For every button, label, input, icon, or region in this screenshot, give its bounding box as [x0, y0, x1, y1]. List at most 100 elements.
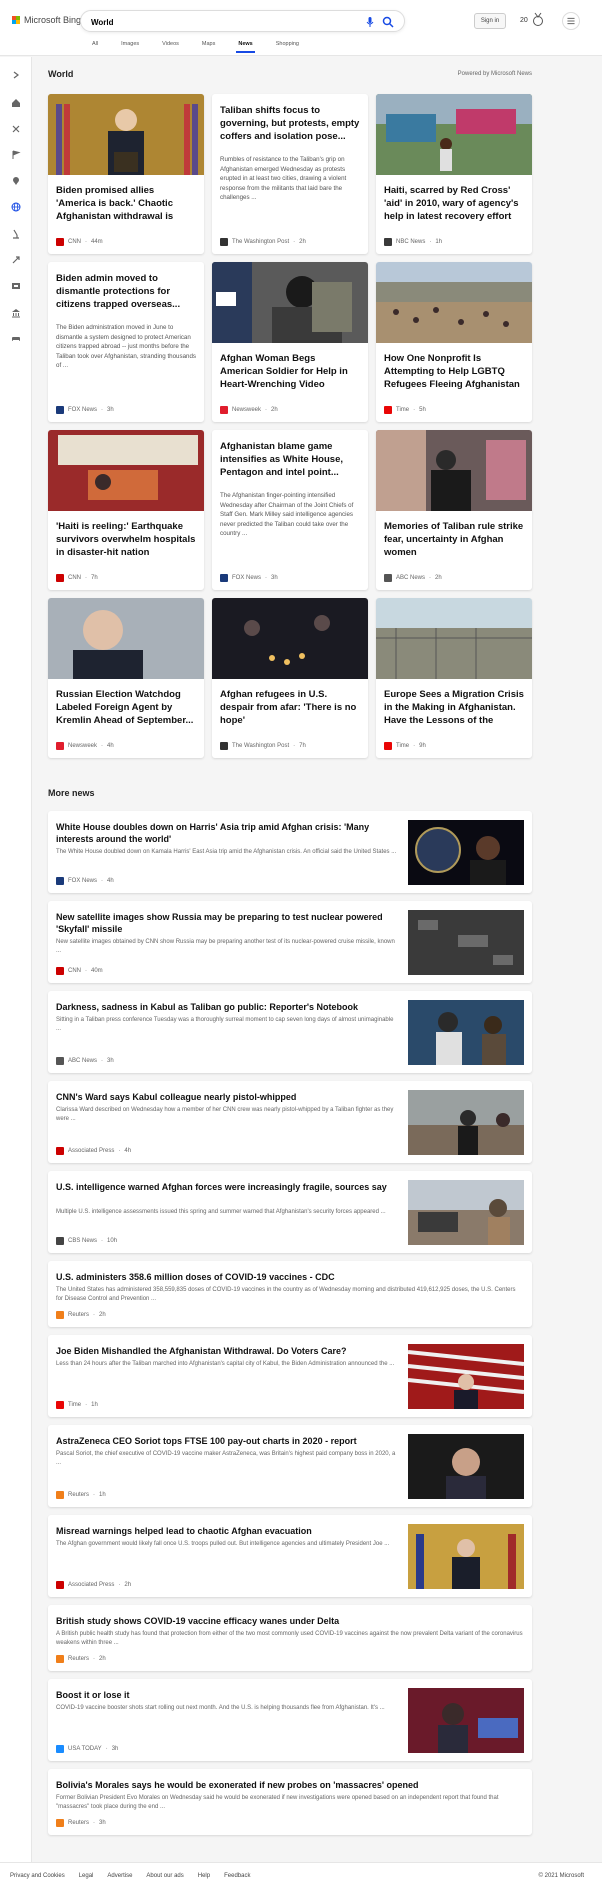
rewards-medal-icon[interactable]: [531, 12, 545, 28]
more-news-item[interactable]: Darkness, sadness in Kabul as Taliban go…: [48, 991, 532, 1073]
news-card-image[interactable]: [48, 94, 204, 175]
footer-link-privacy[interactable]: Privacy and Cookies: [10, 1873, 65, 1879]
sign-in-button[interactable]: Sign in: [474, 13, 506, 29]
news-card-image[interactable]: [48, 430, 204, 511]
more-news-title[interactable]: Joe Biden Mishandled the Afghanistan Wit…: [56, 1345, 400, 1357]
source-name[interactable]: Time: [396, 743, 409, 749]
more-news-title[interactable]: British study shows COVID-19 vaccine eff…: [56, 1615, 524, 1627]
news-card[interactable]: Russian Election Watchdog Labeled Foreig…: [48, 598, 204, 758]
tab-shopping[interactable]: Shopping: [276, 41, 299, 53]
more-news-image[interactable]: [408, 1180, 524, 1245]
news-card-image[interactable]: [212, 598, 368, 679]
more-news-item[interactable]: Bolivia's Morales says he would be exone…: [48, 1769, 532, 1835]
footer-link-legal[interactable]: Legal: [79, 1873, 94, 1879]
news-card[interactable]: Memories of Taliban rule strike fear, un…: [376, 430, 532, 590]
source-name[interactable]: CNN: [68, 968, 81, 974]
source-name[interactable]: Time: [68, 1402, 81, 1408]
source-name[interactable]: Time: [396, 407, 409, 413]
source-name[interactable]: Newsweek: [232, 407, 261, 413]
more-news-image[interactable]: [408, 1524, 524, 1589]
news-card[interactable]: Afghan Woman Begs American Soldier for H…: [212, 262, 368, 422]
more-news-title[interactable]: New satellite images show Russia may be …: [56, 911, 400, 935]
more-news-title[interactable]: Bolivia's Morales says he would be exone…: [56, 1779, 524, 1791]
news-card-title[interactable]: Afghan refugees in U.S. despair from afa…: [220, 688, 360, 728]
more-news-image[interactable]: [408, 1688, 524, 1753]
news-card[interactable]: Afghanistan blame game intensifies as Wh…: [212, 430, 368, 590]
more-news-image[interactable]: [408, 1434, 524, 1499]
news-card[interactable]: Biden admin moved to dismantle protectio…: [48, 262, 204, 422]
news-card-image[interactable]: [212, 262, 368, 343]
source-name[interactable]: ABC News: [396, 575, 425, 581]
search-input[interactable]: [91, 15, 331, 29]
footer-link-about-ads[interactable]: About our ads: [146, 1873, 183, 1879]
news-card-image[interactable]: [48, 598, 204, 679]
microphone-icon[interactable]: [364, 16, 376, 28]
source-name[interactable]: Reuters: [68, 1820, 89, 1826]
footer-link-help[interactable]: Help: [198, 1873, 210, 1879]
more-news-item[interactable]: Joe Biden Mishandled the Afghanistan Wit…: [48, 1335, 532, 1417]
news-card-title[interactable]: Afghanistan blame game intensifies as Wh…: [220, 440, 360, 480]
news-card-title[interactable]: Biden promised allies 'America is back.'…: [56, 184, 196, 224]
more-news-title[interactable]: Misread warnings helped lead to chaotic …: [56, 1525, 400, 1537]
news-card-image[interactable]: [376, 94, 532, 175]
source-name[interactable]: Newsweek: [68, 743, 97, 749]
more-news-image[interactable]: [408, 1344, 524, 1409]
source-name[interactable]: FOX News: [68, 878, 97, 884]
home-icon[interactable]: [11, 98, 21, 108]
globe-icon[interactable]: [11, 202, 21, 212]
news-card-title[interactable]: How One Nonprofit Is Attempting to Help …: [384, 352, 524, 392]
source-name[interactable]: CBS News: [68, 1238, 97, 1244]
film-icon[interactable]: [11, 281, 21, 291]
news-card[interactable]: Haiti, scarred by Red Cross' 'aid' in 20…: [376, 94, 532, 254]
source-name[interactable]: ABC News: [68, 1058, 97, 1064]
tab-news[interactable]: News: [236, 41, 256, 53]
more-news-title[interactable]: AstraZeneca CEO Soriot tops FTSE 100 pay…: [56, 1435, 400, 1447]
source-name[interactable]: FOX News: [232, 575, 261, 581]
footer-link-feedback[interactable]: Feedback: [224, 1873, 250, 1879]
news-card-image[interactable]: [376, 430, 532, 511]
news-card[interactable]: How One Nonprofit Is Attempting to Help …: [376, 262, 532, 422]
more-news-image[interactable]: [408, 820, 524, 885]
rewards-points[interactable]: 20: [520, 17, 528, 24]
location-icon[interactable]: [11, 176, 21, 186]
more-news-item[interactable]: AstraZeneca CEO Soriot tops FTSE 100 pay…: [48, 1425, 532, 1507]
source-name[interactable]: USA TODAY: [68, 1746, 102, 1752]
source-name[interactable]: Reuters: [68, 1312, 89, 1318]
rocket-icon[interactable]: [11, 255, 21, 265]
more-news-title[interactable]: U.S. intelligence warned Afghan forces w…: [56, 1181, 400, 1193]
tab-videos[interactable]: Videos: [162, 41, 179, 53]
news-card-title[interactable]: Biden admin moved to dismantle protectio…: [56, 272, 196, 312]
news-card-title[interactable]: Taliban shifts focus to governing, but p…: [220, 104, 360, 144]
car-icon[interactable]: [11, 334, 21, 344]
bing-logo[interactable]: Microsoft Bing: [12, 15, 81, 25]
news-card-title[interactable]: Haiti, scarred by Red Cross' 'aid' in 20…: [384, 184, 524, 224]
source-name[interactable]: FOX News: [68, 407, 97, 413]
news-card-title[interactable]: Afghan Woman Begs American Soldier for H…: [220, 352, 360, 392]
more-news-title[interactable]: Boost it or lose it: [56, 1689, 400, 1701]
more-news-item[interactable]: New satellite images show Russia may be …: [48, 901, 532, 983]
more-news-image[interactable]: [408, 1090, 524, 1155]
more-news-item[interactable]: CNN's Ward says Kabul colleague nearly p…: [48, 1081, 532, 1163]
search-box[interactable]: [80, 10, 405, 32]
source-name[interactable]: Associated Press: [68, 1148, 114, 1154]
search-icon[interactable]: [382, 16, 394, 28]
source-name[interactable]: Reuters: [68, 1492, 89, 1498]
news-card-title[interactable]: Europe Sees a Migration Crisis in the Ma…: [384, 688, 524, 728]
news-card[interactable]: Taliban shifts focus to governing, but p…: [212, 94, 368, 254]
more-news-item[interactable]: Boost it or lose it COVID-19 vaccine boos…: [48, 1679, 532, 1761]
news-card-title[interactable]: Russian Election Watchdog Labeled Foreig…: [56, 688, 196, 728]
source-name[interactable]: CNN: [68, 239, 81, 245]
microscope-icon[interactable]: [11, 229, 21, 239]
news-card[interactable]: Europe Sees a Migration Crisis in the Ma…: [376, 598, 532, 758]
tab-all[interactable]: All: [92, 41, 98, 53]
more-news-title[interactable]: CNN's Ward says Kabul colleague nearly p…: [56, 1091, 400, 1103]
news-card[interactable]: Afghan refugees in U.S. despair from afa…: [212, 598, 368, 758]
news-card-image[interactable]: [376, 598, 532, 679]
news-card-image[interactable]: [376, 262, 532, 343]
news-card[interactable]: Biden promised allies 'America is back.'…: [48, 94, 204, 254]
more-news-image[interactable]: [408, 910, 524, 975]
source-name[interactable]: Reuters: [68, 1656, 89, 1662]
more-news-title[interactable]: White House doubles down on Harris' Asia…: [56, 821, 400, 845]
more-news-title[interactable]: U.S. administers 358.6 million doses of …: [56, 1271, 524, 1283]
tab-images[interactable]: Images: [121, 41, 139, 53]
